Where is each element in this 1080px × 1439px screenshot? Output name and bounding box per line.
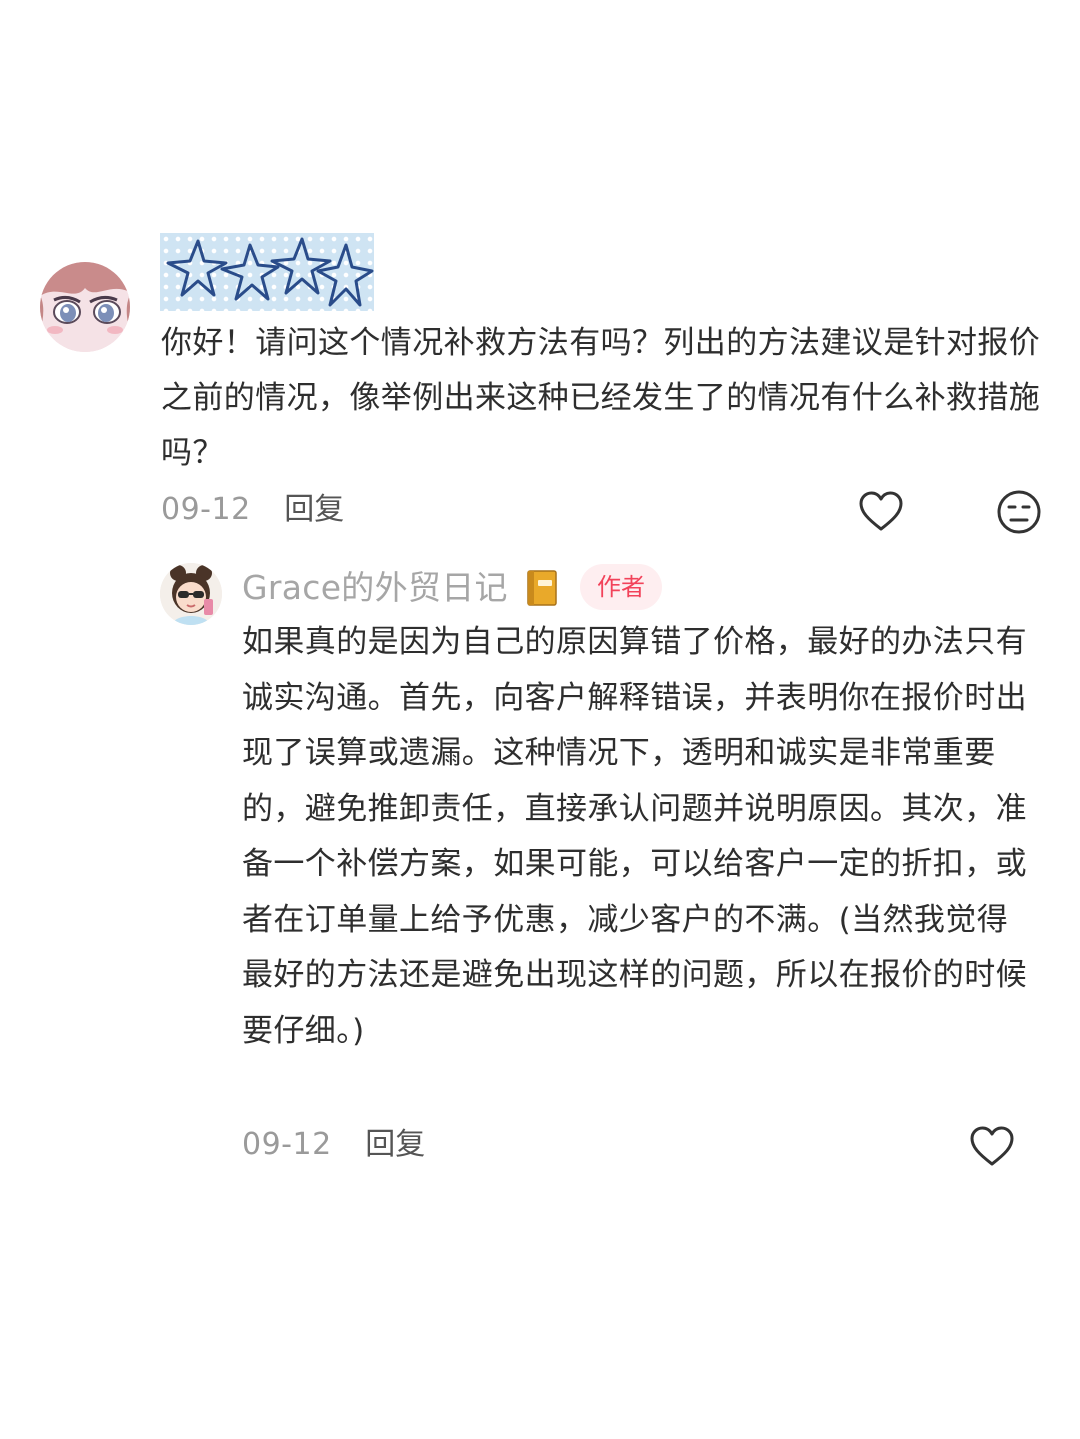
reply-meta: 09-12 回复 — [242, 1125, 425, 1165]
author-badge: 作者 — [580, 564, 662, 610]
comment-reply-button[interactable]: 回复 — [284, 492, 344, 527]
reply-heart-icon[interactable] — [969, 1124, 1015, 1170]
commenter-username[interactable] — [160, 233, 374, 311]
neutral-face-dislike-icon[interactable] — [996, 489, 1042, 535]
reply-reply-button[interactable]: 回复 — [365, 1127, 425, 1162]
comment-date: 09-12 — [161, 492, 251, 527]
reply-text: 如果真的是因为自己的原因算错了价格，最好的办法只有诚实沟通。首先，向客户解释错误… — [242, 624, 1027, 1049]
cartoon-girl-avatar-icon — [160, 563, 222, 625]
notebook-icon — [522, 568, 562, 608]
reply-date: 09-12 — [242, 1127, 332, 1162]
commenter-avatar[interactable] — [40, 262, 130, 352]
sticker-stars-username-icon — [166, 237, 374, 307]
reply-author-avatar[interactable] — [160, 563, 222, 625]
comment-meta: 09-12 回复 — [161, 490, 344, 530]
comment-text: 你好！请问这个情况补救方法有吗？列出的方法建议是针对报价之前的情况，像举例出来这… — [161, 325, 1041, 471]
anime-girl-avatar-icon — [40, 262, 130, 352]
reply-author-name[interactable]: Grace的外贸日记 — [242, 566, 508, 610]
heart-icon[interactable] — [858, 489, 904, 535]
